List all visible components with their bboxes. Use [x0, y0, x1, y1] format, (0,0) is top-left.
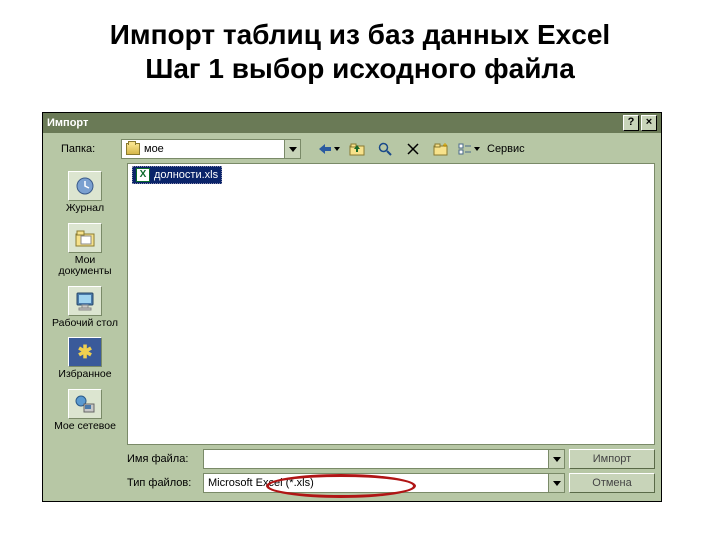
- my-documents-icon: [68, 223, 102, 253]
- network-icon: [68, 389, 102, 419]
- filetype-value: Microsoft Excel (*.xls): [208, 477, 314, 489]
- place-favorites[interactable]: ✱ Избранное: [49, 335, 121, 385]
- history-icon: [68, 171, 102, 201]
- place-network[interactable]: Мое сетевое: [49, 387, 121, 437]
- filename-input[interactable]: [203, 449, 565, 469]
- folder-icon: [126, 143, 140, 155]
- delete-button[interactable]: [401, 138, 425, 160]
- cancel-button[interactable]: Отмена: [569, 473, 655, 493]
- search-web-button[interactable]: [373, 138, 397, 160]
- back-button[interactable]: [317, 138, 341, 160]
- chevron-down-icon[interactable]: [548, 474, 564, 492]
- slide-title-line1: Импорт таблиц из баз данных Excel: [40, 18, 680, 52]
- folder-value: мое: [144, 143, 164, 155]
- file-list-pane[interactable]: долности.xls: [127, 163, 655, 445]
- file-item-selected[interactable]: долности.xls: [132, 166, 222, 184]
- filetype-label: Тип файлов:: [127, 477, 199, 489]
- slide-title: Импорт таблиц из баз данных Excel Шаг 1 …: [0, 0, 720, 95]
- titlebar: Импорт ? ×: [43, 113, 661, 133]
- up-one-level-button[interactable]: [345, 138, 369, 160]
- favorites-icon: ✱: [68, 337, 102, 367]
- excel-file-icon: [136, 168, 150, 182]
- file-name: долности.xls: [154, 169, 218, 181]
- svg-text:✱: ✱: [77, 342, 92, 362]
- filename-label: Имя файла:: [127, 453, 199, 465]
- import-button[interactable]: Импорт: [569, 449, 655, 469]
- folder-label: Папка:: [49, 143, 117, 155]
- help-button[interactable]: ?: [623, 115, 639, 131]
- chevron-down-icon[interactable]: [284, 140, 300, 158]
- chevron-down-icon[interactable]: [548, 450, 564, 468]
- new-folder-button[interactable]: [429, 138, 453, 160]
- place-my-documents[interactable]: Мои документы: [49, 221, 121, 282]
- service-menu[interactable]: Сервис: [487, 143, 525, 155]
- top-toolbar: Папка: мое: [43, 133, 661, 161]
- place-desktop[interactable]: Рабочий стол: [49, 284, 121, 334]
- slide-title-line2: Шаг 1 выбор исходного файла: [40, 52, 680, 86]
- desktop-icon: [68, 286, 102, 316]
- places-bar: Журнал Мои документы Рабочий стол ✱ Избр…: [43, 163, 127, 445]
- close-button[interactable]: ×: [641, 115, 657, 131]
- dialog-title: Импорт: [47, 117, 621, 129]
- views-button[interactable]: [457, 138, 481, 160]
- import-dialog: Импорт ? × Папка: мое: [42, 112, 662, 502]
- folder-dropdown[interactable]: мое: [121, 139, 301, 159]
- place-history[interactable]: Журнал: [49, 169, 121, 219]
- filetype-dropdown[interactable]: Microsoft Excel (*.xls): [203, 473, 565, 493]
